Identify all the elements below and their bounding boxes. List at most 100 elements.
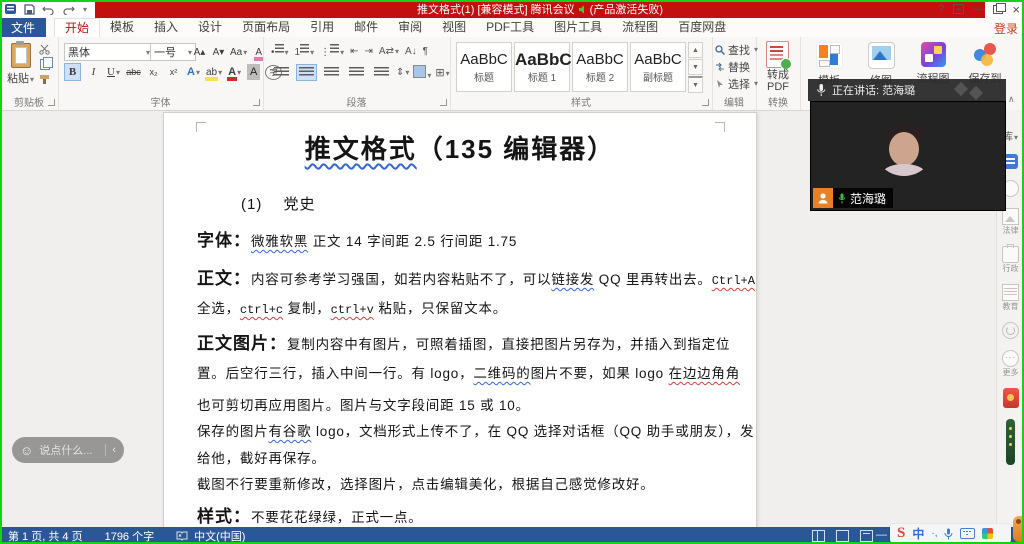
select-button[interactable]: 选择▾ xyxy=(715,76,758,91)
sidebar-item-refresh[interactable] xyxy=(1002,322,1019,339)
superscript-button[interactable]: x² xyxy=(166,64,181,80)
undo-icon[interactable] xyxy=(42,4,55,15)
text-effects-button[interactable]: A▾ xyxy=(186,64,201,80)
redo-icon[interactable] xyxy=(62,4,75,15)
sidebar-item-法律[interactable]: 法律 xyxy=(1002,208,1019,235)
page-indicator[interactable]: 第 1 页, 共 4 页 xyxy=(8,528,83,544)
increase-indent-icon[interactable]: ⇥ xyxy=(365,46,373,57)
font-name-combobox[interactable]: 黑体▾ xyxy=(64,43,154,61)
tab-审阅[interactable]: 审阅 xyxy=(388,18,432,38)
font-size-combobox[interactable]: 一号▾ xyxy=(150,43,196,61)
paste-button[interactable]: 粘贴▾ xyxy=(7,43,34,86)
tab-开始[interactable]: 开始 xyxy=(54,18,100,38)
ime-mode-toggle[interactable]: 中 xyxy=(912,525,924,542)
convert-to-pdf-button[interactable] xyxy=(766,41,789,68)
decrease-indent-icon[interactable]: ⇤ xyxy=(350,46,358,57)
italic-button[interactable]: I xyxy=(86,64,101,80)
style-gallery-expand-icon[interactable]: ▼ xyxy=(688,76,703,93)
show-marks-icon[interactable]: ¶ xyxy=(423,46,428,57)
sogou-logo-icon[interactable]: S xyxy=(897,526,905,541)
highlight-color-button[interactable]: ab▾ xyxy=(206,64,222,80)
shrink-font-button[interactable]: A▾ xyxy=(211,44,226,60)
sidebar-item-行政[interactable]: 行政 xyxy=(1002,246,1019,273)
paragraph-dialog-launcher[interactable] xyxy=(440,99,447,106)
chat-input-placeholder[interactable]: 说点什么... xyxy=(39,442,99,458)
bullet-list-icon[interactable]: •▾ xyxy=(271,44,289,58)
align-right-button[interactable] xyxy=(321,64,342,81)
login-link[interactable]: 登录 xyxy=(994,20,1018,37)
line-spacing-button[interactable]: ⇕▾ xyxy=(396,67,409,78)
collapse-ribbon-icon[interactable]: ∧ xyxy=(1008,94,1015,105)
style-scroll-up-icon[interactable]: ▲ xyxy=(688,42,703,58)
tab-模板[interactable]: 模板 xyxy=(100,18,144,38)
tab-页面布局[interactable]: 页面布局 xyxy=(232,18,300,38)
borders-button[interactable]: ⊞▾ xyxy=(435,66,449,79)
align-left-button[interactable] xyxy=(271,64,292,81)
tab-引用[interactable]: 引用 xyxy=(300,18,344,38)
language-indicator[interactable]: 中文(中国) xyxy=(194,528,245,544)
sort-icon[interactable]: A↓ xyxy=(405,46,417,57)
replace-button[interactable]: 替换 xyxy=(715,59,758,74)
restore-button[interactable] xyxy=(993,5,1003,14)
font-color-button[interactable]: A▾ xyxy=(227,64,242,80)
find-button[interactable]: 查找▾ xyxy=(715,42,758,57)
numbered-list-icon[interactable]: 1▾ xyxy=(295,44,315,58)
change-case-button[interactable]: Aa▾ xyxy=(230,44,247,60)
align-center-button[interactable] xyxy=(296,64,317,81)
ribbon-display-options-icon[interactable] xyxy=(953,4,964,14)
style-card-副标题[interactable]: AaBbC副标题 xyxy=(630,42,686,92)
meeting-video-tile[interactable]: 范海璐 xyxy=(810,101,1006,211)
font-dialog-launcher[interactable] xyxy=(253,99,260,106)
subscript-button[interactable]: x₂ xyxy=(146,64,161,80)
help-button[interactable]: ? xyxy=(938,3,944,15)
sidebar-item-更多[interactable]: ···更多 xyxy=(1002,350,1019,377)
sidebar-item-教育[interactable]: 教育 xyxy=(1002,284,1019,311)
styles-dialog-launcher[interactable] xyxy=(702,99,709,106)
tab-file[interactable]: 文件 xyxy=(0,18,46,37)
copy-icon[interactable] xyxy=(38,58,51,70)
chat-collapse-icon[interactable]: ‹ xyxy=(112,444,116,456)
word-app-icon[interactable] xyxy=(5,3,17,15)
emoji-icon[interactable]: ☺ xyxy=(20,444,33,457)
character-shading-button[interactable]: A xyxy=(247,64,260,80)
grow-font-button[interactable]: A▴ xyxy=(192,44,207,60)
print-layout-icon[interactable] xyxy=(836,530,849,542)
save-icon[interactable] xyxy=(24,4,35,15)
format-painter-icon[interactable] xyxy=(38,73,51,85)
tab-设计[interactable]: 设计 xyxy=(188,18,232,38)
document-page[interactable]: 推文格式（135 编辑器）(1) 党史字体：微雅软黑 正文 14 字间距 2.5… xyxy=(163,112,757,529)
zoom-out-icon[interactable]: — xyxy=(876,529,887,541)
strikethrough-button[interactable]: abc xyxy=(126,64,141,80)
tab-百度网盘[interactable]: 百度网盘 xyxy=(668,18,736,38)
distribute-button[interactable] xyxy=(371,64,392,81)
tab-PDF工具[interactable]: PDF工具 xyxy=(476,18,544,38)
tab-视图[interactable]: 视图 xyxy=(432,18,476,38)
shading-button[interactable]: ▾ xyxy=(413,65,431,81)
clipboard-dialog-launcher[interactable] xyxy=(48,99,55,106)
justify-button[interactable] xyxy=(346,64,367,81)
tab-邮件[interactable]: 邮件 xyxy=(344,18,388,38)
meeting-chat-bubble[interactable]: ☺ 说点什么... ‹ xyxy=(12,437,124,463)
tab-插入[interactable]: 插入 xyxy=(144,18,188,38)
tab-图片工具[interactable]: 图片工具 xyxy=(544,18,612,38)
read-mode-icon[interactable] xyxy=(812,530,825,542)
web-layout-icon[interactable] xyxy=(860,530,873,542)
style-card-标题 1[interactable]: AaBbC标题 1 xyxy=(514,42,570,92)
bold-button[interactable]: B xyxy=(64,63,81,81)
sidebar-item-red[interactable] xyxy=(1003,388,1019,408)
multilevel-list-icon[interactable]: ⋮▾ xyxy=(320,44,344,58)
close-button[interactable]: × xyxy=(1012,2,1020,17)
asian-layout-icon[interactable]: A⇄▾ xyxy=(379,46,399,57)
minimize-button[interactable]: — xyxy=(973,3,984,15)
style-card-标题[interactable]: AaBbC标题 xyxy=(456,42,512,92)
proofing-icon[interactable] xyxy=(176,530,188,541)
word-count[interactable]: 1796 个字 xyxy=(105,528,155,544)
qat-customize-icon[interactable]: ▾ xyxy=(83,5,87,14)
ime-mic-icon[interactable] xyxy=(944,528,953,540)
cut-icon[interactable] xyxy=(38,43,51,55)
ime-punctuation-toggle[interactable]: ·, xyxy=(931,528,937,539)
tab-流程图[interactable]: 流程图 xyxy=(612,18,668,38)
ime-keyboard-icon[interactable] xyxy=(960,528,975,539)
sidebar-item-pen[interactable] xyxy=(1006,419,1015,465)
ime-toolbox-icon[interactable] xyxy=(982,528,993,539)
